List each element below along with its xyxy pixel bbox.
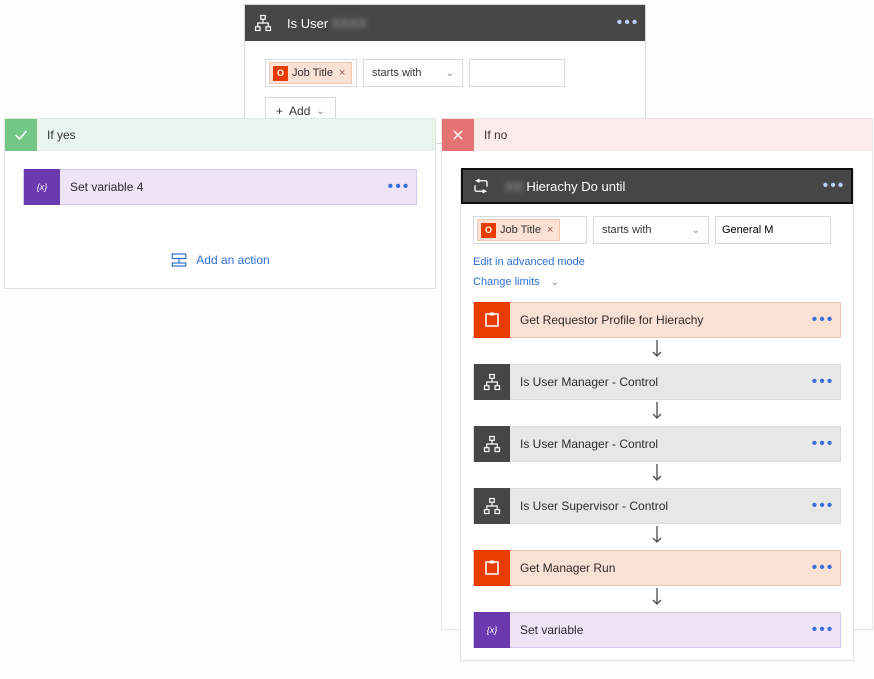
chevron-down-icon: ⌄: [316, 106, 324, 117]
office365-icon: O: [273, 66, 288, 81]
set-variable-action[interactable]: {x} Set variable 4 •••: [23, 169, 417, 205]
step-title: Get Manager Run: [510, 561, 806, 575]
action-menu-button[interactable]: •••: [382, 178, 416, 196]
step-icon: [474, 550, 510, 586]
if-no-body: XXHierachy Do until ••• O Job Title × st…: [442, 151, 872, 679]
step-title: Is User Supervisor - Control: [510, 499, 806, 513]
step-menu-button[interactable]: •••: [806, 373, 840, 391]
loop-step-action[interactable]: Is User Supervisor - Control •••: [473, 488, 841, 524]
flow-arrow-icon: [473, 400, 841, 426]
condition-title: Is User XXXX: [281, 16, 611, 31]
if-no-header: If no: [442, 119, 872, 151]
loop-icon: [463, 168, 499, 204]
add-action-link[interactable]: Add an action: [170, 253, 269, 267]
step-icon: [474, 488, 510, 524]
add-label: Add: [289, 104, 310, 118]
action-title: Set variable 4: [60, 180, 382, 194]
checkmark-icon: [5, 119, 37, 151]
job-title-chip[interactable]: O Job Title ×: [269, 62, 352, 84]
step-menu-button[interactable]: •••: [806, 497, 840, 515]
change-limits-link[interactable]: Change limits ⌄: [473, 276, 559, 288]
flow-arrow-icon: [473, 524, 841, 550]
chevron-down-icon: ⌄: [551, 277, 559, 288]
condition-header[interactable]: Is User XXXX •••: [245, 5, 645, 41]
close-icon: [442, 119, 474, 151]
loop-step-action[interactable]: Is User Manager - Control •••: [473, 426, 841, 462]
step-title: Set variable: [510, 623, 806, 637]
loop-step-action[interactable]: Is User Manager - Control •••: [473, 364, 841, 400]
flow-arrow-icon: [473, 338, 841, 364]
chip-label: Job Title: [292, 67, 333, 79]
if-no-label: If no: [474, 128, 507, 142]
new-step-icon: [170, 253, 188, 267]
svg-text:{x}: {x}: [37, 182, 48, 192]
chevron-down-icon: ⌄: [446, 68, 454, 79]
condition-left-operand[interactable]: O Job Title ×: [265, 59, 357, 87]
condition-value-input[interactable]: [469, 59, 565, 87]
step-title: Is User Manager - Control: [510, 437, 806, 451]
condition-expression-row: O Job Title × starts with ⌄: [265, 59, 625, 87]
step-menu-button[interactable]: •••: [806, 435, 840, 453]
if-no-branch: If no XXHierachy Do until ••• O Job Titl…: [441, 118, 873, 630]
if-yes-body: {x} Set variable 4 ••• Add an action: [5, 151, 435, 288]
step-menu-button[interactable]: •••: [806, 311, 840, 329]
flow-arrow-icon: [473, 462, 841, 488]
svg-text:{x}: {x}: [487, 625, 498, 635]
loop-step-action[interactable]: {x} Set variable •••: [473, 612, 841, 648]
step-menu-button[interactable]: •••: [806, 559, 840, 577]
do-until-block: XXHierachy Do until ••• O Job Title × st…: [460, 169, 854, 661]
if-yes-label: If yes: [37, 128, 76, 142]
job-title-chip[interactable]: O Job Title ×: [477, 219, 560, 241]
do-until-title: XXHierachy Do until: [499, 179, 817, 194]
condition-icon: [245, 5, 281, 41]
step-title: Get Requestor Profile for Hierachy: [510, 313, 806, 327]
if-yes-header: If yes: [5, 119, 435, 151]
do-until-header[interactable]: XXHierachy Do until •••: [461, 168, 853, 204]
do-until-menu-button[interactable]: •••: [817, 177, 851, 195]
step-icon: [474, 302, 510, 338]
office365-icon: O: [481, 223, 496, 238]
loop-operator-dropdown[interactable]: starts with ⌄: [593, 216, 709, 244]
step-icon: [474, 364, 510, 400]
condition-operator-dropdown[interactable]: starts with ⌄: [363, 59, 463, 87]
loop-steps-container: Get Requestor Profile for Hierachy ••• I…: [473, 302, 841, 648]
edit-advanced-mode-link[interactable]: Edit in advanced mode: [473, 256, 585, 268]
operator-label: starts with: [602, 224, 652, 236]
loop-step-action[interactable]: Get Manager Run •••: [473, 550, 841, 586]
step-icon: [474, 426, 510, 462]
plus-icon: +: [276, 104, 283, 118]
step-menu-button[interactable]: •••: [806, 621, 840, 639]
chip-label: Job Title: [500, 224, 541, 236]
variable-icon: {x}: [24, 169, 60, 205]
loop-condition-row: O Job Title × starts with ⌄: [473, 216, 841, 244]
chevron-down-icon: ⌄: [692, 225, 700, 236]
loop-left-operand[interactable]: O Job Title ×: [473, 216, 587, 244]
chip-remove-icon[interactable]: ×: [547, 224, 553, 236]
add-action-row: Add an action: [23, 253, 417, 270]
condition-menu-button[interactable]: •••: [611, 14, 645, 32]
chip-remove-icon[interactable]: ×: [339, 67, 345, 79]
loop-step-action[interactable]: Get Requestor Profile for Hierachy •••: [473, 302, 841, 338]
flow-arrow-icon: [473, 586, 841, 612]
step-title: Is User Manager - Control: [510, 375, 806, 389]
operator-label: starts with: [372, 67, 422, 79]
step-icon: {x}: [474, 612, 510, 648]
if-yes-branch: If yes {x} Set variable 4 ••• Add an act…: [4, 118, 436, 289]
loop-value-input[interactable]: [715, 216, 831, 244]
add-action-label: Add an action: [196, 253, 269, 267]
